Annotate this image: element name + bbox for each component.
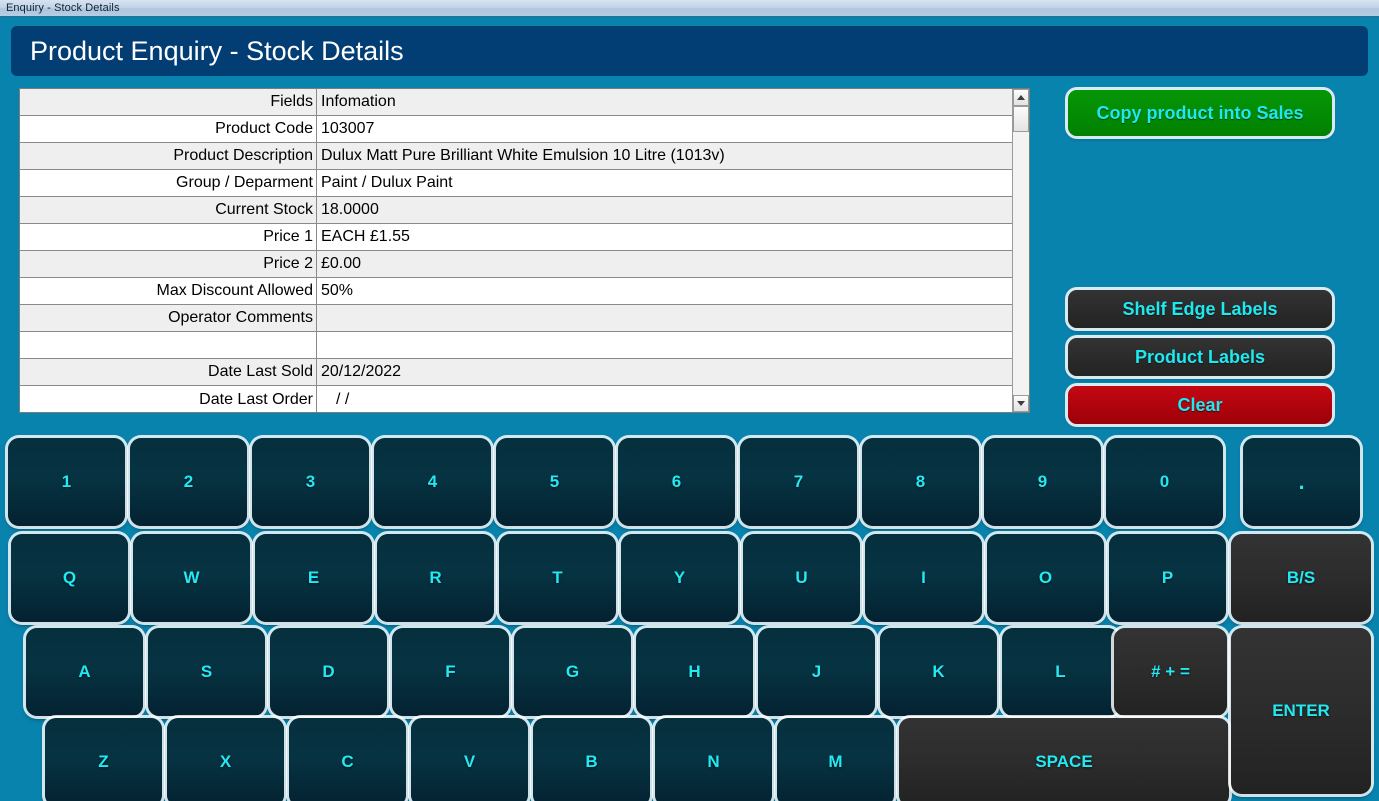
key-8[interactable]: 8	[862, 438, 979, 526]
table-header-row: Fields Infomation	[20, 89, 1012, 116]
key-g[interactable]: G	[514, 628, 631, 716]
field-value: EACH £1.55	[321, 228, 410, 245]
scroll-down-arrow-icon	[1017, 401, 1025, 406]
key-e[interactable]: E	[255, 534, 372, 622]
field-value: / /	[336, 390, 350, 408]
key-c[interactable]: C	[289, 718, 406, 801]
key-6[interactable]: 6	[618, 438, 735, 526]
key-n[interactable]: N	[655, 718, 772, 801]
field-value: 18.0000	[321, 201, 379, 218]
field-label: Price 2	[20, 251, 317, 277]
field-value: 20/12/2022	[321, 363, 402, 380]
key-1[interactable]: 1	[8, 438, 125, 526]
stock-details-panel: Fields Infomation Product Code 103007 Produc…	[19, 88, 1030, 413]
table-row	[20, 332, 1012, 359]
key-r[interactable]: R	[377, 534, 494, 622]
table-row: Date Last Sold 20/12/2022	[20, 359, 1012, 386]
scroll-up-button[interactable]	[1013, 89, 1029, 106]
field-value: 103007	[321, 120, 375, 137]
key-[interactable]: .	[1243, 438, 1360, 526]
product-labels-button[interactable]: Product Labels	[1068, 338, 1332, 376]
key-b[interactable]: B	[533, 718, 650, 801]
key-h[interactable]: H	[636, 628, 753, 716]
key-s[interactable]: S	[148, 628, 265, 716]
copy-product-into-sales-button[interactable]: Copy product into Sales	[1068, 90, 1332, 136]
field-label: Date Last Sold	[20, 359, 317, 385]
table-row: Max Discount Allowed 50%	[20, 278, 1012, 305]
field-label	[20, 332, 317, 358]
shelf-edge-labels-button[interactable]: Shelf Edge Labels	[1068, 290, 1332, 328]
key-z[interactable]: Z	[45, 718, 162, 801]
table-row: Price 2 £0.00	[20, 251, 1012, 278]
field-value: Paint / Dulux Paint	[321, 174, 453, 191]
table-row: Product Code 103007	[20, 116, 1012, 143]
key-l[interactable]: L	[1002, 628, 1119, 716]
key-f[interactable]: F	[392, 628, 509, 716]
key-q[interactable]: Q	[11, 534, 128, 622]
table-row: Price 1 EACH £1.55	[20, 224, 1012, 251]
key-3[interactable]: 3	[252, 438, 369, 526]
key-9[interactable]: 9	[984, 438, 1101, 526]
key-d[interactable]: D	[270, 628, 387, 716]
key-w[interactable]: W	[133, 534, 250, 622]
table-row: Current Stock 18.0000	[20, 197, 1012, 224]
field-label: Max Discount Allowed	[20, 278, 317, 304]
application-window: Enquiry - Stock Details Product Enquiry …	[0, 0, 1379, 801]
key-t[interactable]: T	[499, 534, 616, 622]
field-value: 50%	[321, 282, 354, 299]
key-7[interactable]: 7	[740, 438, 857, 526]
key-[interactable]: # + =	[1114, 628, 1227, 716]
field-label: Operator Comments	[20, 305, 317, 331]
stock-details-table: Fields Infomation Product Code 103007 Produc…	[20, 89, 1012, 412]
scrollbar-track[interactable]	[1013, 106, 1029, 395]
table-row: Product Description Dulux Matt Pure Brill…	[20, 143, 1012, 170]
key-u[interactable]: U	[743, 534, 860, 622]
scroll-up-arrow-icon	[1017, 95, 1025, 100]
table-row: Group / Deparment Paint / Dulux Paint	[20, 170, 1012, 197]
key-x[interactable]: X	[167, 718, 284, 801]
key-p[interactable]: P	[1109, 534, 1226, 622]
field-value: Dulux Matt Pure Brilliant White Emulsion…	[321, 147, 725, 164]
key-j[interactable]: J	[758, 628, 875, 716]
field-label: Product Description	[20, 143, 317, 169]
key-enter[interactable]: ENTER	[1231, 628, 1371, 794]
field-label: Group / Deparment	[20, 170, 317, 196]
key-y[interactable]: Y	[621, 534, 738, 622]
field-label: Product Code	[20, 116, 317, 142]
page-header-banner: Product Enquiry - Stock Details	[11, 26, 1368, 76]
key-5[interactable]: 5	[496, 438, 613, 526]
key-i[interactable]: I	[865, 534, 982, 622]
table-row: Date Last Order / /	[20, 386, 1012, 412]
key-v[interactable]: V	[411, 718, 528, 801]
scroll-down-button[interactable]	[1013, 395, 1029, 412]
key-o[interactable]: O	[987, 534, 1104, 622]
field-label: Current Stock	[20, 197, 317, 223]
field-label: Price 1	[20, 224, 317, 250]
key-0[interactable]: 0	[1106, 438, 1223, 526]
field-value	[317, 332, 1012, 358]
field-label: Date Last Order	[20, 386, 317, 412]
window-titlebar: Enquiry - Stock Details	[0, 0, 1379, 17]
clear-button[interactable]: Clear	[1068, 386, 1332, 424]
table-row: Operator Comments	[20, 305, 1012, 332]
key-space[interactable]: SPACE	[899, 718, 1229, 801]
field-value: Infomation	[321, 93, 396, 110]
field-value	[317, 305, 1012, 331]
field-label: Fields	[20, 89, 317, 115]
page-title: Product Enquiry - Stock Details	[30, 35, 404, 66]
details-scrollbar[interactable]	[1012, 89, 1029, 412]
key-4[interactable]: 4	[374, 438, 491, 526]
key-2[interactable]: 2	[130, 438, 247, 526]
onscreen-keyboard: 1 2 3 4 5 6 7 8 9 0. Q W E R T Y U I O P B/S A S D F G H J K L # + = Z X…	[0, 430, 1379, 801]
key-b-s[interactable]: B/S	[1231, 534, 1371, 622]
scrollbar-thumb[interactable]	[1013, 106, 1029, 132]
key-a[interactable]: A	[26, 628, 143, 716]
window-title-text: Enquiry - Stock Details	[6, 2, 120, 14]
key-k[interactable]: K	[880, 628, 997, 716]
field-value: £0.00	[321, 255, 362, 272]
key-m[interactable]: M	[777, 718, 894, 801]
